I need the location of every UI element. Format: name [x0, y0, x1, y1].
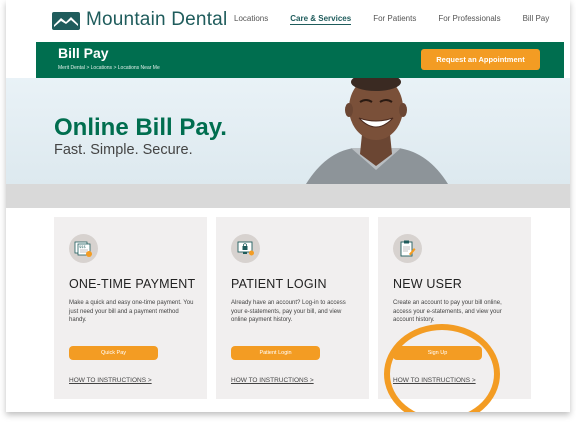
hero-section: Online Bill Pay. Fast. Simple. Secure. — [6, 78, 570, 184]
request-appointment-button[interactable]: Request an Appointment — [421, 49, 540, 70]
card-new-user: NEW USER Create an account to pay your b… — [378, 217, 531, 399]
hero-subhead: Fast. Simple. Secure. — [54, 142, 193, 158]
bills-icon: $$$ — [69, 234, 98, 263]
card-title: NEW USER — [393, 277, 462, 291]
card-description: Make a quick and easy one-time payment. … — [69, 300, 194, 324]
nav-for-patients[interactable]: For Patients — [373, 14, 416, 25]
nav-for-professionals[interactable]: For Professionals — [438, 14, 500, 25]
page-banner: Bill Pay Merit Dental > Locations > Loca… — [36, 42, 564, 78]
section-divider — [6, 184, 570, 208]
hero-headline: Online Bill Pay. — [54, 114, 227, 141]
page: Mountain Dental Locations Care & Service… — [6, 0, 570, 412]
page-title: Bill Pay — [58, 45, 109, 61]
svg-text:$$$: $$$ — [79, 245, 86, 249]
brand-name[interactable]: Mountain Dental — [86, 9, 227, 31]
secure-monitor-icon — [231, 234, 260, 263]
how-to-instructions-link[interactable]: HOW TO INSTRUCTIONS > — [69, 377, 152, 384]
mountain-logo-icon[interactable] — [52, 12, 80, 30]
top-nav: Mountain Dental Locations Care & Service… — [6, 0, 570, 40]
nav-locations[interactable]: Locations — [234, 14, 268, 25]
how-to-instructions-link[interactable]: HOW TO INSTRUCTIONS > — [231, 377, 314, 384]
card-one-time-payment: $$$ ONE-TIME PAYMENT Make a quick and ea… — [54, 217, 207, 399]
breadcrumb[interactable]: Merit Dental > Locations > Locations Nea… — [58, 65, 160, 71]
nav-bill-pay[interactable]: Bill Pay — [523, 14, 550, 25]
main-nav: Locations Care & Services For Patients F… — [234, 14, 570, 25]
card-description: Already have an account? Log-in to acces… — [231, 300, 346, 324]
card-title: PATIENT LOGIN — [231, 277, 327, 291]
patient-login-button[interactable]: Patient Login — [231, 346, 320, 360]
sign-up-button[interactable]: Sign Up — [393, 346, 482, 360]
smiling-man-image — [306, 78, 448, 184]
card-description: Create an account to pay your bill onlin… — [393, 300, 502, 324]
card-patient-login: PATIENT LOGIN Already have an account? L… — [216, 217, 369, 399]
card-title: ONE-TIME PAYMENT — [69, 277, 196, 291]
clipboard-icon — [393, 234, 422, 263]
quick-pay-button[interactable]: Quick Pay — [69, 346, 158, 360]
nav-care-services[interactable]: Care & Services — [290, 14, 352, 25]
how-to-instructions-link[interactable]: HOW TO INSTRUCTIONS > — [393, 377, 476, 384]
